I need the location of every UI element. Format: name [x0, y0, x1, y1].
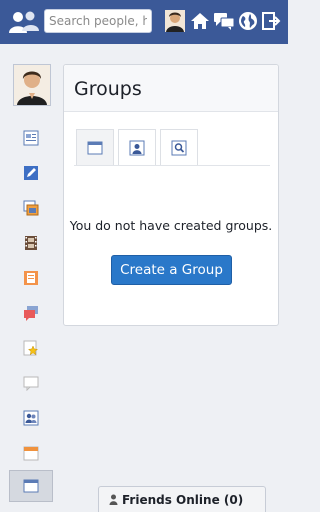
- comment-icon: [23, 376, 39, 391]
- tab-profile[interactable]: [118, 129, 156, 165]
- edit-icon: [24, 166, 38, 180]
- profile-card-icon: [129, 140, 145, 155]
- friends-online-label: Friends Online (0): [122, 492, 244, 507]
- search-input[interactable]: [44, 9, 152, 33]
- page-title: Groups: [74, 78, 142, 100]
- globe-icon[interactable]: [237, 10, 259, 32]
- sidebar-item-groups[interactable]: [9, 402, 53, 434]
- window-icon: [23, 479, 39, 493]
- tab-window[interactable]: [76, 129, 114, 165]
- top-bar: [0, 0, 288, 44]
- avatar[interactable]: [13, 64, 51, 106]
- sidebar-item-pages[interactable]: [9, 262, 53, 294]
- news-icon: [23, 130, 39, 146]
- sidebar-item-window[interactable]: [9, 470, 53, 502]
- groups-tabs: [74, 129, 270, 166]
- sidebar-item-comment[interactable]: [9, 367, 53, 399]
- sidebar-item-events[interactable]: [9, 437, 53, 469]
- groups-icon: [23, 410, 39, 426]
- logout-icon[interactable]: [260, 10, 282, 32]
- sidebar-item-news[interactable]: [9, 122, 53, 154]
- events-icon: [23, 446, 39, 461]
- profile-avatar-icon[interactable]: [164, 10, 186, 32]
- groups-panel: Groups You do not have created groups. C…: [63, 64, 279, 326]
- photos-icon: [23, 200, 39, 216]
- messages-icon[interactable]: [213, 10, 235, 32]
- sidebar-item-photos[interactable]: [9, 192, 53, 224]
- panel-header: Groups: [64, 65, 278, 112]
- sidebar-item-edit[interactable]: [9, 157, 53, 189]
- person-icon: [109, 494, 118, 505]
- sidebar-item-chat[interactable]: [9, 297, 53, 329]
- sidebar-item-videos[interactable]: [9, 227, 53, 259]
- home-icon[interactable]: [189, 10, 211, 32]
- friends-logo-icon[interactable]: [8, 9, 40, 35]
- chat-icon: [24, 306, 38, 321]
- pages-icon: [24, 271, 38, 285]
- empty-groups-message: You do not have created groups.: [69, 218, 273, 233]
- friends-online-bar[interactable]: Friends Online (0): [98, 486, 266, 512]
- sidebar-item-favorites[interactable]: [9, 332, 53, 364]
- videos-icon: [25, 236, 37, 250]
- search-card-icon: [171, 140, 187, 155]
- window-icon: [87, 141, 103, 154]
- favorites-icon: [23, 340, 39, 356]
- create-group-button[interactable]: Create a Group: [111, 255, 232, 285]
- tab-search[interactable]: [160, 129, 198, 165]
